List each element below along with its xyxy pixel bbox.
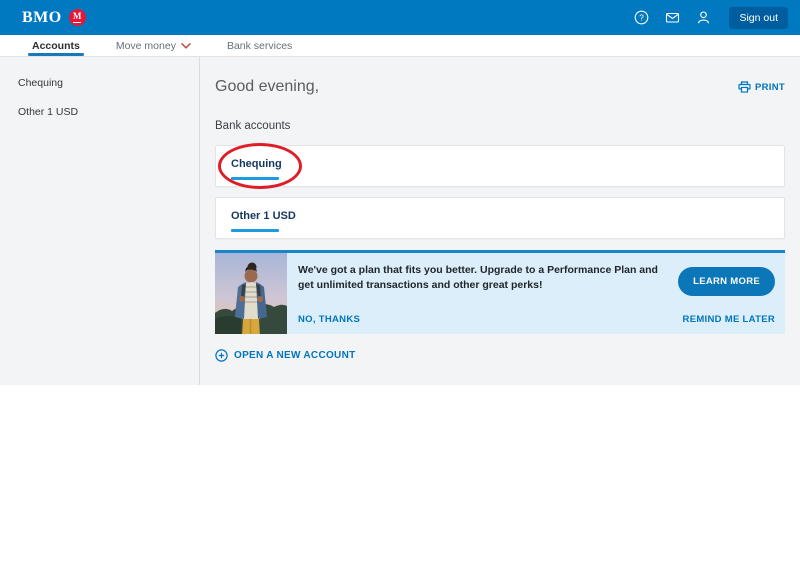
sign-out-button[interactable]: Sign out <box>729 7 788 29</box>
mail-icon[interactable] <box>665 10 680 25</box>
promo-text-block: We've got a plan that fits you better. U… <box>287 253 665 334</box>
content-area: Chequing Other 1 USD Good evening, PRINT… <box>0 57 800 385</box>
bmo-online-banking-page: BMO M ? Sign out Accounts <box>0 0 800 571</box>
profile-icon[interactable] <box>696 10 711 25</box>
account-underline <box>231 229 279 232</box>
greeting-text: Good evening, <box>215 78 319 96</box>
printer-icon <box>738 81 751 93</box>
svg-text:?: ? <box>640 13 645 23</box>
open-new-account-label: OPEN A NEW ACCOUNT <box>234 350 356 361</box>
tab-bank-services[interactable]: Bank services <box>227 35 292 56</box>
section-title: Bank accounts <box>215 120 785 132</box>
remind-me-later-link[interactable]: REMIND ME LATER <box>683 314 775 325</box>
tab-accounts[interactable]: Accounts <box>32 35 80 56</box>
bmo-roundel-icon: M <box>69 9 86 26</box>
bmo-wordmark: BMO <box>22 9 62 27</box>
sidebar-item-other-usd[interactable]: Other 1 USD <box>18 106 199 118</box>
learn-more-button[interactable]: LEARN MORE <box>678 267 775 296</box>
promo-message: We've got a plan that fits you better. U… <box>298 263 661 293</box>
main-panel: Good evening, PRINT Bank accounts Chequi… <box>200 57 800 385</box>
top-header: BMO M ? Sign out <box>0 0 800 35</box>
promo-image <box>215 253 287 334</box>
account-underline <box>231 177 279 180</box>
tab-bank-services-label: Bank services <box>227 40 292 52</box>
main-nav: Accounts Move money Bank services <box>0 35 800 57</box>
no-thanks-link[interactable]: NO, THANKS <box>298 314 661 325</box>
tab-move-money-label: Move money <box>116 40 176 52</box>
account-card-other-usd[interactable]: Other 1 USD <box>215 197 785 239</box>
account-name-chequing[interactable]: Chequing <box>231 158 282 170</box>
header-actions: ? Sign out <box>634 7 788 29</box>
account-name-other-usd[interactable]: Other 1 USD <box>231 210 296 222</box>
tab-move-money[interactable]: Move money <box>116 35 191 56</box>
sidebar-item-chequing[interactable]: Chequing <box>18 77 199 89</box>
tab-accounts-label: Accounts <box>32 40 80 52</box>
account-card-chequing[interactable]: Chequing <box>215 145 785 187</box>
accounts-sidebar: Chequing Other 1 USD <box>0 57 200 385</box>
chevron-down-icon <box>181 43 191 49</box>
open-new-account-link[interactable]: OPEN A NEW ACCOUNT <box>215 349 356 362</box>
plus-circle-icon <box>215 349 228 362</box>
print-button[interactable]: PRINT <box>738 81 785 93</box>
bmo-logo[interactable]: BMO M <box>22 9 86 27</box>
help-icon[interactable]: ? <box>634 10 649 25</box>
print-label: PRINT <box>755 82 785 93</box>
greeting-row: Good evening, PRINT <box>215 57 785 96</box>
promo-banner: We've got a plan that fits you better. U… <box>215 250 785 334</box>
promo-actions: LEARN MORE REMIND ME LATER <box>665 253 785 334</box>
